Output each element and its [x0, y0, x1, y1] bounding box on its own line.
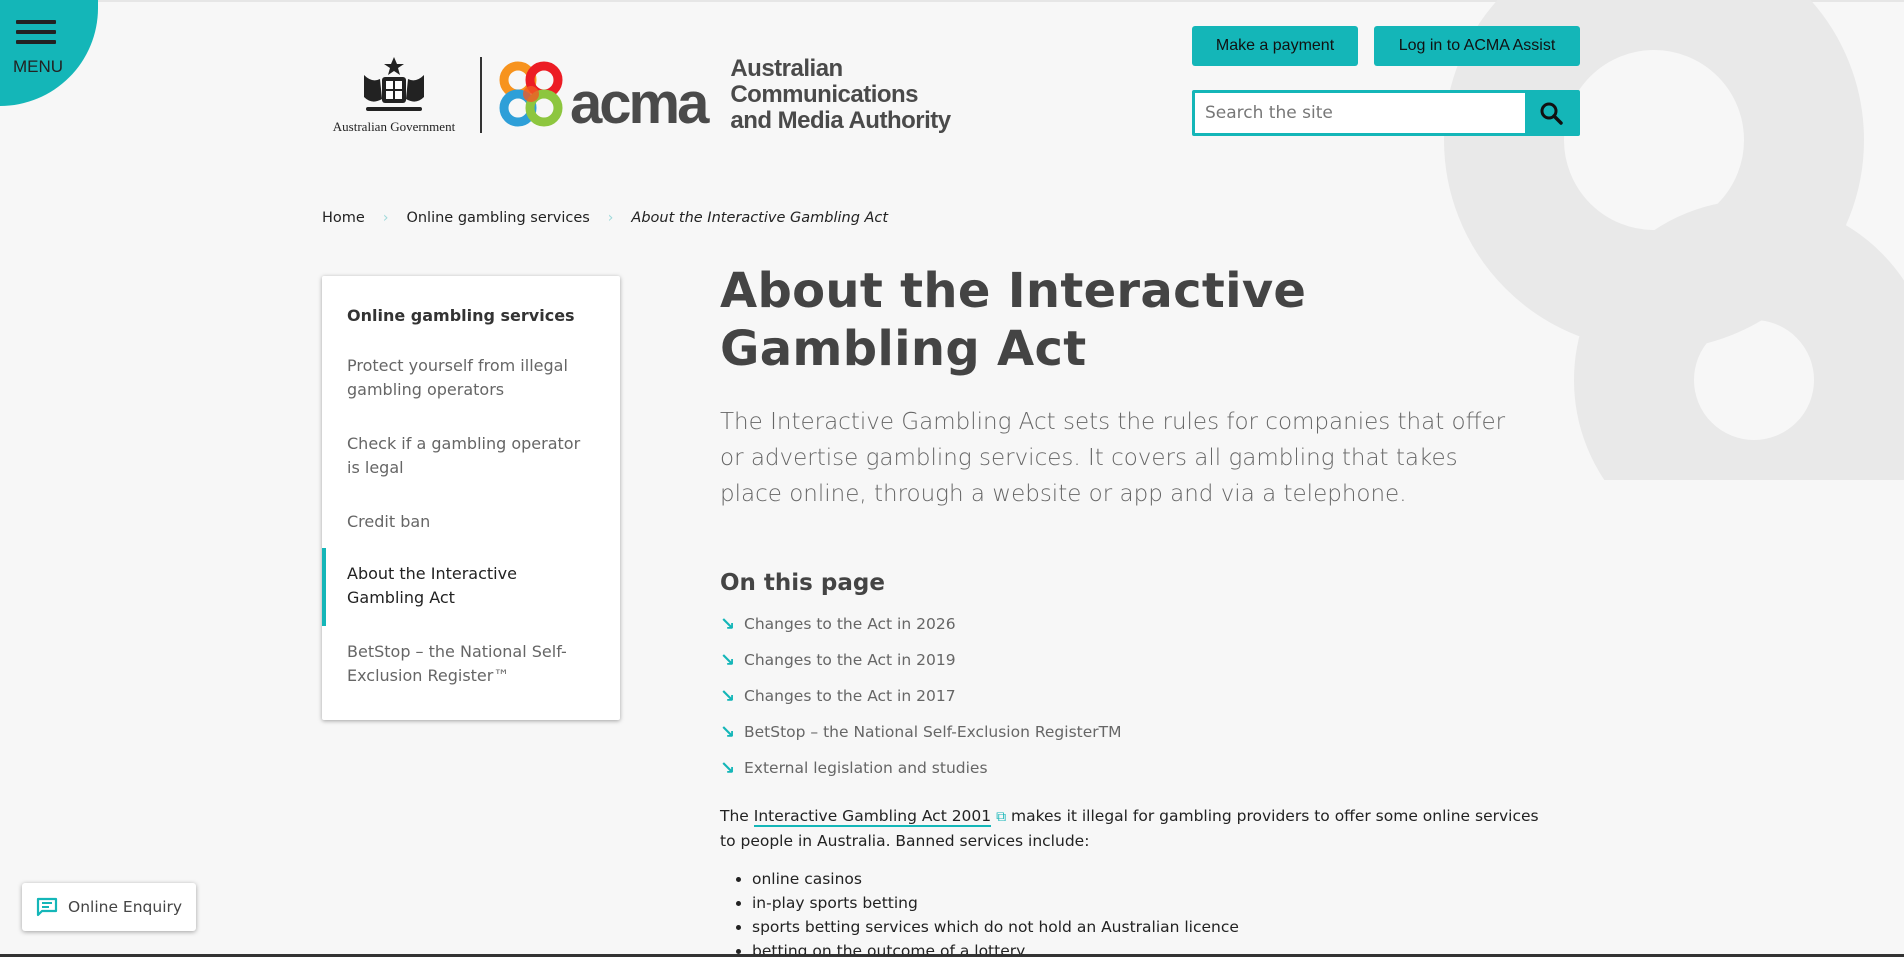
online-enquiry-button[interactable]: Online Enquiry: [22, 883, 196, 931]
anchor-label: Changes to the Act in 2017: [744, 687, 956, 705]
banned-services-list: online casinos in-play sports betting sp…: [752, 867, 1540, 957]
sidebar-item-interactive-gambling-act[interactable]: About the Interactive Gambling Act: [347, 562, 597, 610]
section-sidebar: Online gambling services Protect yoursel…: [322, 276, 620, 720]
login-acma-assist-button[interactable]: Log in to ACMA Assist: [1374, 26, 1580, 66]
main-content: About the Interactive Gambling Act The I…: [720, 262, 1540, 957]
anchor-label: Changes to the Act in 2019: [744, 651, 956, 669]
list-item: in-play sports betting: [752, 891, 1540, 915]
make-payment-button[interactable]: Make a payment: [1192, 26, 1358, 66]
active-indicator: [322, 548, 326, 626]
arrow-down-right-icon: ↘: [720, 685, 736, 707]
anchor-link[interactable]: ↘ Changes to the Act in 2017: [720, 678, 1540, 714]
coat-of-arms-icon: [364, 57, 424, 111]
acma-wordmark: acma: [570, 71, 709, 136]
body-paragraph: The Interactive Gambling Act 2001 ⧉ make…: [720, 804, 1540, 853]
anchor-link[interactable]: ↘ Changes to the Act in 2019: [720, 642, 1540, 678]
anchor-link[interactable]: ↘ BetStop – the National Self-Exclusion R…: [720, 714, 1540, 750]
top-border: [0, 0, 1904, 2]
sidebar-item-credit-ban[interactable]: Credit ban: [347, 510, 597, 534]
arrow-down-right-icon: ↘: [720, 649, 736, 671]
list-item: sports betting services which do not hol…: [752, 915, 1540, 939]
anchor-label: External legislation and studies: [744, 759, 988, 777]
list-item: online casinos: [752, 867, 1540, 891]
breadcrumb-home[interactable]: Home: [322, 210, 365, 226]
anchor-link[interactable]: ↘ External legislation and studies: [720, 750, 1540, 786]
chat-icon: [36, 897, 58, 917]
anchor-label: BetStop – the National Self-Exclusion Re…: [744, 723, 1122, 741]
search-box: [1192, 90, 1580, 136]
anchor-link[interactable]: ↘ Changes to the Act in 2026: [720, 606, 1540, 642]
anchor-label: Changes to the Act in 2026: [744, 615, 956, 633]
on-this-page-heading: On this page: [720, 570, 885, 596]
search-icon: [1540, 102, 1563, 125]
on-this-page-list: ↘ Changes to the Act in 2026 ↘ Changes to …: [720, 606, 1540, 786]
menu-button[interactable]: MENU: [0, 0, 98, 106]
search-input[interactable]: [1195, 93, 1525, 133]
chevron-right-icon: ›: [607, 210, 614, 226]
acma-name-line: Australian: [730, 55, 843, 82]
arrow-down-right-icon: ↘: [720, 613, 736, 635]
chevron-right-icon: ›: [382, 210, 389, 226]
site-logo[interactable]: Australian Government acma Australian Co…: [324, 52, 951, 138]
sidebar-item-protect-yourself[interactable]: Protect yourself from illegal gambling o…: [347, 354, 597, 402]
sidebar-item-betstop[interactable]: BetStop – the National Self-Exclusion Re…: [347, 640, 597, 688]
search-button[interactable]: [1525, 93, 1577, 133]
arrow-down-right-icon: ↘: [720, 757, 736, 779]
menu-label: MENU: [13, 57, 64, 76]
page-title: About the Interactive Gambling Act: [720, 263, 1307, 377]
external-link-icon: ⧉: [996, 809, 1007, 825]
australian-government-logo: Australian Government: [324, 55, 464, 135]
lead-paragraph: The Interactive Gambling Act sets the ru…: [720, 409, 1506, 507]
sidebar-item-check-operator[interactable]: Check if a gambling operator is legal: [347, 432, 597, 480]
arrow-down-right-icon: ↘: [720, 721, 736, 743]
interactive-gambling-act-link[interactable]: Interactive Gambling Act 2001: [753, 807, 992, 827]
breadcrumb: Home › Online gambling services › About …: [322, 210, 888, 226]
acma-fullname: Australian Communications and Media Auth…: [730, 55, 951, 134]
menu-icon: [16, 20, 56, 50]
acma-name-line: Communications: [730, 81, 919, 108]
online-enquiry-label: Online Enquiry: [68, 898, 183, 916]
acma-name-line: and Media Authority: [730, 107, 951, 134]
government-text: Australian Government: [332, 119, 456, 134]
breadcrumb-section[interactable]: Online gambling services: [406, 210, 589, 226]
para-prefix: The: [720, 807, 754, 825]
acma-logo-icon: [499, 61, 563, 127]
sidebar-heading[interactable]: Online gambling services: [347, 306, 575, 325]
logo-divider: [480, 57, 482, 133]
breadcrumb-current: About the Interactive Gambling Act: [631, 210, 889, 226]
